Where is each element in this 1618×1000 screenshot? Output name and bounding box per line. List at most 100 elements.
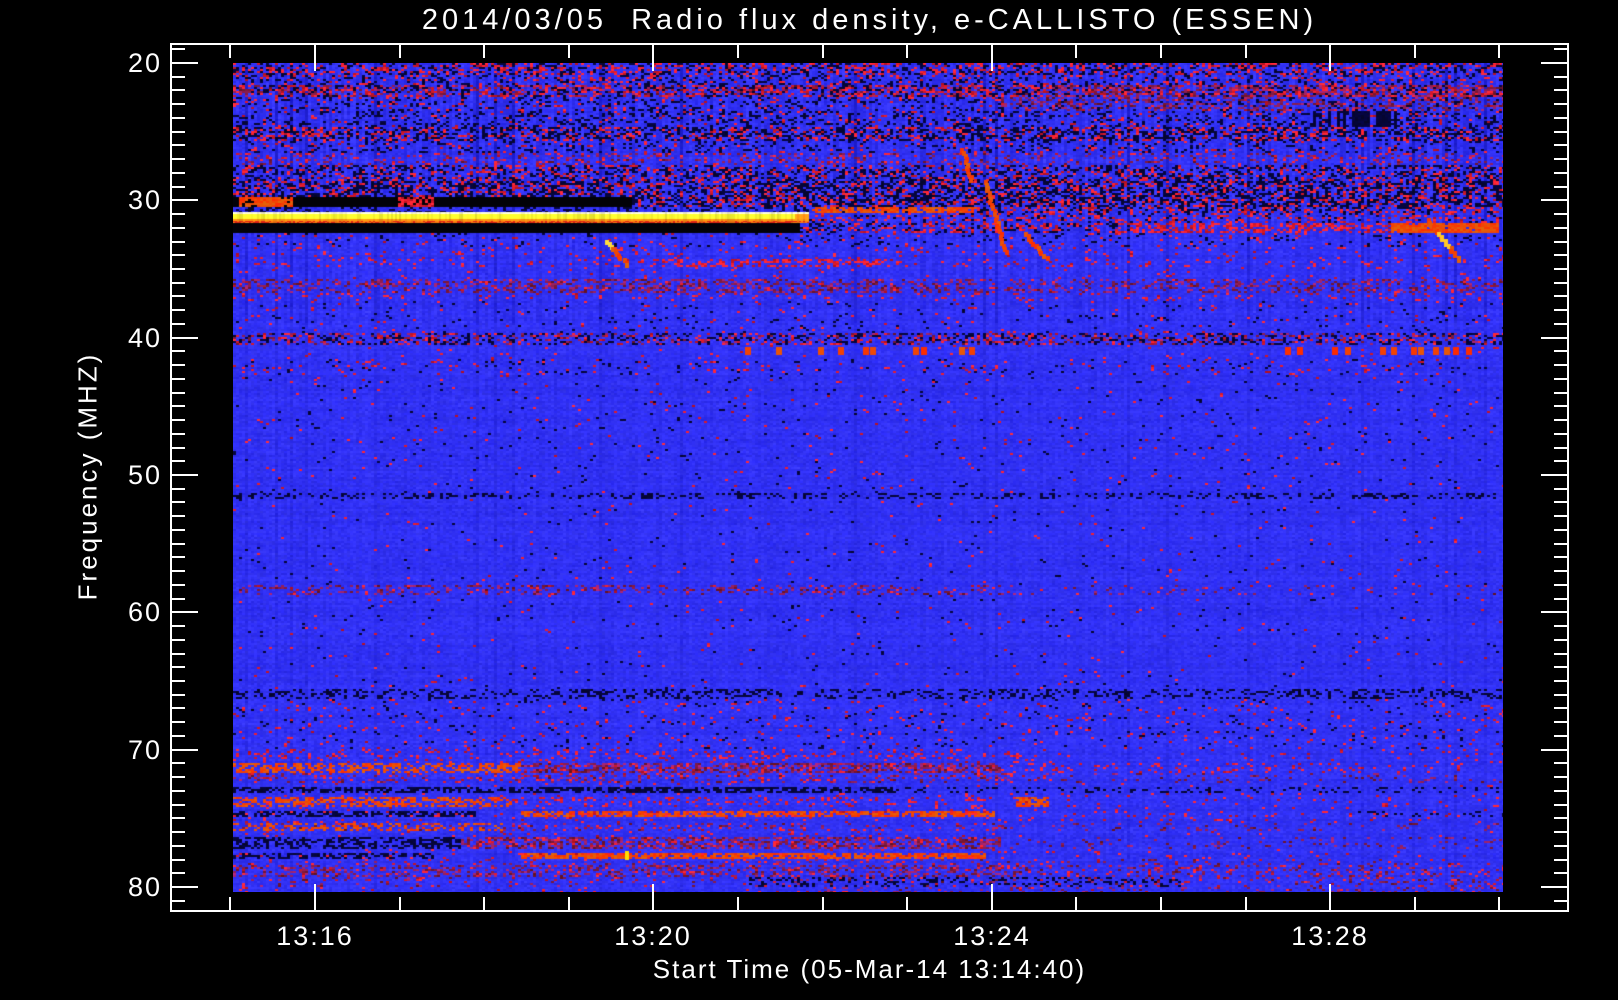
y-minor-tick xyxy=(172,282,185,284)
y-tick-label: 60 xyxy=(127,597,162,627)
y-minor-tick xyxy=(1554,419,1567,421)
x-tick-label: 13:28 xyxy=(1291,921,1369,951)
y-minor-tick xyxy=(172,859,185,861)
y-major-tick xyxy=(172,337,198,339)
y-minor-tick xyxy=(172,241,185,243)
x-minor-tick xyxy=(1075,897,1077,910)
y-minor-tick xyxy=(172,172,185,174)
y-major-tick xyxy=(172,474,198,476)
x-major-tick xyxy=(314,884,316,910)
y-minor-tick xyxy=(1554,707,1567,709)
y-minor-tick xyxy=(172,350,185,352)
y-minor-tick xyxy=(1554,405,1567,407)
y-minor-tick xyxy=(1554,790,1567,792)
y-minor-tick xyxy=(1554,859,1567,861)
x-minor-tick xyxy=(737,897,739,910)
y-major-tick xyxy=(1541,337,1567,339)
y-minor-tick xyxy=(1554,653,1567,655)
y-minor-tick xyxy=(172,556,185,558)
y-minor-tick xyxy=(1554,158,1567,160)
x-minor-tick xyxy=(568,45,570,58)
y-minor-tick xyxy=(172,694,185,696)
y-minor-tick xyxy=(1554,172,1567,174)
y-minor-tick xyxy=(1554,804,1567,806)
y-minor-tick xyxy=(1554,433,1567,435)
y-tick-label: 20 xyxy=(127,48,162,78)
y-minor-tick xyxy=(172,447,185,449)
y-minor-tick xyxy=(1554,543,1567,545)
x-major-tick xyxy=(1329,884,1331,910)
y-minor-tick xyxy=(1554,556,1567,558)
y-major-tick xyxy=(172,62,198,64)
y-minor-tick xyxy=(172,680,185,682)
x-minor-tick xyxy=(1414,45,1416,58)
y-minor-tick xyxy=(172,186,185,188)
y-minor-tick xyxy=(172,213,185,215)
y-minor-tick xyxy=(1554,144,1567,146)
y-minor-tick xyxy=(1554,323,1567,325)
y-minor-tick xyxy=(172,392,185,394)
y-minor-tick xyxy=(1554,131,1567,133)
x-tick-label: 13:16 xyxy=(276,921,354,951)
y-minor-tick xyxy=(172,666,185,668)
y-minor-tick xyxy=(1554,515,1567,517)
y-minor-tick xyxy=(1554,680,1567,682)
y-minor-tick xyxy=(1554,735,1567,737)
y-minor-tick xyxy=(172,227,185,229)
x-minor-tick xyxy=(822,897,824,910)
y-minor-tick xyxy=(172,488,185,490)
y-minor-tick xyxy=(172,433,185,435)
y-minor-tick xyxy=(172,831,185,833)
y-minor-tick xyxy=(1554,309,1567,311)
x-minor-tick xyxy=(399,897,401,910)
y-major-tick xyxy=(172,611,198,613)
y-minor-tick xyxy=(1554,268,1567,270)
x-minor-tick xyxy=(1075,45,1077,58)
y-minor-tick xyxy=(172,419,185,421)
y-minor-tick xyxy=(172,529,185,531)
x-minor-tick xyxy=(906,45,908,58)
y-minor-tick xyxy=(1554,227,1567,229)
y-minor-tick xyxy=(172,790,185,792)
x-axis-title: Start Time (05-Mar-14 13:14:40) xyxy=(652,954,1087,984)
x-minor-tick xyxy=(822,45,824,58)
y-minor-tick xyxy=(1554,625,1567,627)
y-minor-tick xyxy=(1554,694,1567,696)
x-minor-tick xyxy=(1160,897,1162,910)
y-tick-label: 80 xyxy=(127,872,162,902)
y-minor-tick xyxy=(1554,488,1567,490)
y-minor-tick xyxy=(1554,776,1567,778)
x-major-tick xyxy=(652,45,654,71)
y-minor-tick xyxy=(1554,900,1567,902)
y-minor-tick xyxy=(172,707,185,709)
x-minor-tick xyxy=(399,45,401,58)
y-minor-tick xyxy=(1554,529,1567,531)
y-minor-tick xyxy=(1554,447,1567,449)
y-minor-tick xyxy=(1554,76,1567,78)
y-major-tick xyxy=(1541,749,1567,751)
y-minor-tick xyxy=(1554,639,1567,641)
x-major-tick xyxy=(991,884,993,910)
y-minor-tick xyxy=(1554,186,1567,188)
y-minor-tick xyxy=(172,817,185,819)
x-minor-tick xyxy=(229,897,231,910)
y-minor-tick xyxy=(172,639,185,641)
y-minor-tick xyxy=(1554,666,1567,668)
y-minor-tick xyxy=(172,48,185,50)
y-minor-tick xyxy=(172,131,185,133)
y-minor-tick xyxy=(172,405,185,407)
x-tick-label: 13:20 xyxy=(614,921,692,951)
y-minor-tick xyxy=(1554,831,1567,833)
x-minor-tick xyxy=(483,45,485,58)
y-minor-tick xyxy=(172,735,185,737)
y-minor-tick xyxy=(172,378,185,380)
y-minor-tick xyxy=(1554,598,1567,600)
y-minor-tick xyxy=(1554,570,1567,572)
y-minor-tick xyxy=(1554,213,1567,215)
y-minor-tick xyxy=(172,76,185,78)
y-minor-tick xyxy=(1554,817,1567,819)
y-minor-tick xyxy=(172,543,185,545)
y-minor-tick xyxy=(172,804,185,806)
y-minor-tick xyxy=(1554,241,1567,243)
y-minor-tick xyxy=(172,598,185,600)
